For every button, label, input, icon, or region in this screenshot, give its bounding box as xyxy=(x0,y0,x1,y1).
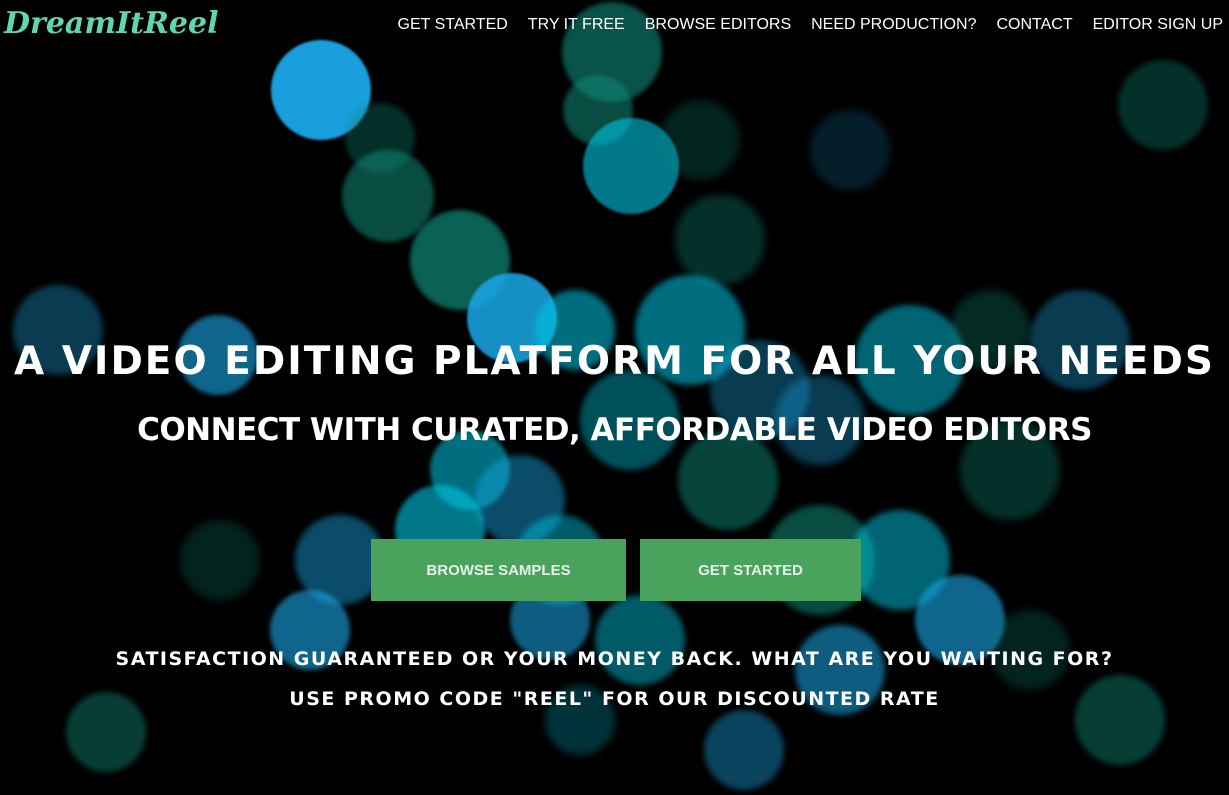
browse-samples-button[interactable]: BROWSE SAMPLES xyxy=(371,539,626,601)
bokeh-bubble xyxy=(345,103,415,173)
nav-links: GET STARTED TRY IT FREE BROWSE EDITORS N… xyxy=(398,16,1223,34)
bokeh-bubble xyxy=(704,710,784,790)
nav-link-get-started[interactable]: GET STARTED xyxy=(398,16,508,34)
nav-link-editor-sign-up[interactable]: EDITOR SIGN UP xyxy=(1093,16,1223,34)
promo-code-text: USE PROMO CODE "REEL" FOR OUR DISCOUNTED… xyxy=(289,688,940,710)
nav-link-contact[interactable]: CONTACT xyxy=(996,16,1072,34)
logo[interactable]: DreamItReel xyxy=(4,6,218,41)
bokeh-bubble xyxy=(810,110,890,190)
bokeh-bubble xyxy=(180,520,260,600)
page-subheadline: CONNECT WITH CURATED, AFFORDABLE VIDEO E… xyxy=(137,412,1092,448)
bokeh-bubble xyxy=(660,100,740,180)
get-started-button[interactable]: GET STARTED xyxy=(640,539,861,601)
hero-section: DreamItReel GET STARTED TRY IT FREE BROW… xyxy=(0,0,1229,795)
bokeh-bubble xyxy=(1118,60,1208,150)
guarantee-text: SATISFACTION GUARANTEED OR YOUR MONEY BA… xyxy=(115,648,1114,670)
bokeh-bubble xyxy=(675,195,765,285)
bokeh-background-image xyxy=(0,0,1229,795)
nav-link-try-it-free[interactable]: TRY IT FREE xyxy=(528,16,625,34)
page-headline: A VIDEO EDITING PLATFORM FOR ALL YOUR NE… xyxy=(13,339,1215,384)
nav-link-browse-editors[interactable]: BROWSE EDITORS xyxy=(645,16,791,34)
top-navigation: DreamItReel GET STARTED TRY IT FREE BROW… xyxy=(0,0,1229,52)
nav-link-need-production[interactable]: NEED PRODUCTION? xyxy=(811,16,976,34)
